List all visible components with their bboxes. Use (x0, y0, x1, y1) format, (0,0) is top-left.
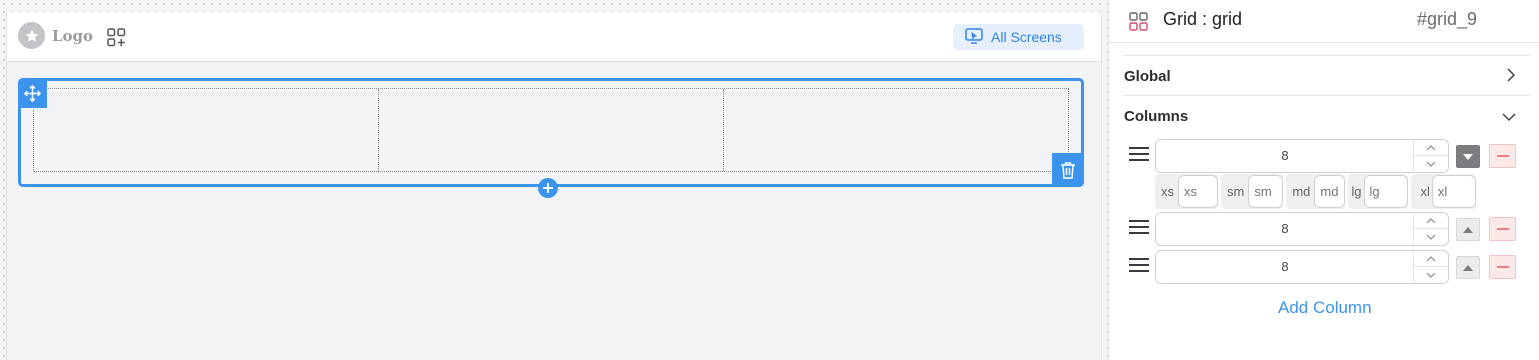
screen-icon (965, 27, 983, 47)
breakpoint-md: md (1286, 174, 1346, 209)
caret-down-icon[interactable] (1414, 267, 1448, 283)
grid-column[interactable] (34, 89, 379, 171)
drag-handle-icon[interactable] (1129, 147, 1149, 161)
breakpoint-lg: lg (1348, 174, 1408, 209)
column-size-value[interactable]: 8 (1156, 140, 1414, 172)
column-size-input[interactable]: 8 (1155, 139, 1449, 173)
divider (1123, 95, 1530, 96)
add-column-button[interactable]: Add Column (1278, 298, 1372, 318)
section-global[interactable]: Global (1124, 64, 1516, 88)
breakpoint-lg-input[interactable] (1363, 175, 1408, 208)
all-screens-button[interactable]: All Screens (953, 24, 1084, 50)
caret-up-icon[interactable] (1414, 213, 1448, 229)
star-icon (18, 22, 45, 49)
column-row: 8 (1129, 250, 1521, 284)
logo[interactable]: Logo (18, 22, 93, 49)
page-preview: Logo All Screens (6, 12, 1102, 360)
drag-handle-icon[interactable] (1129, 220, 1149, 234)
caret-up-icon[interactable] (1414, 251, 1448, 267)
caret-up-icon (1463, 226, 1473, 233)
all-screens-label: All Screens (991, 29, 1062, 45)
column-size-stepper (1413, 213, 1448, 245)
column-row: 8 (1129, 139, 1521, 173)
column-size-stepper (1413, 251, 1448, 283)
breakpoint-xl-input[interactable] (1431, 175, 1476, 208)
breakpoint-row: xs sm md lg xl (1155, 174, 1479, 209)
panel-header: Grid : grid #grid_9 (1109, 0, 1539, 43)
canvas: Logo All Screens (0, 0, 1108, 360)
section-columns[interactable]: Columns (1124, 104, 1516, 128)
chevron-right-icon (1506, 67, 1516, 86)
panel-title: Grid : grid (1163, 9, 1243, 29)
grid-columns (33, 88, 1069, 172)
column-size-value[interactable]: 8 (1156, 251, 1414, 283)
grid-column[interactable] (379, 89, 724, 171)
column-size-value[interactable]: 8 (1156, 213, 1414, 245)
caret-down-icon[interactable] (1414, 229, 1448, 245)
expand-toggle-button[interactable] (1456, 256, 1480, 279)
expand-toggle-button[interactable] (1456, 218, 1480, 241)
caret-up-icon (1463, 264, 1473, 271)
grid-column[interactable] (724, 89, 1068, 171)
trash-icon[interactable] (1052, 153, 1084, 187)
breakpoint-xs-input[interactable] (1178, 175, 1218, 208)
collapse-toggle-button[interactable] (1456, 145, 1480, 168)
breakpoint-label: xl (1420, 184, 1430, 199)
section-title: Global (1124, 67, 1171, 85)
breakpoint-md-input[interactable] (1314, 175, 1346, 208)
element-id: #grid_9 (1417, 9, 1478, 29)
breakpoint-xl: xl (1410, 174, 1476, 209)
breakpoint-label: md (1292, 184, 1311, 199)
breakpoint-label: lg (1351, 184, 1362, 199)
grid-icon (1129, 12, 1148, 35)
column-row: 8 (1129, 212, 1521, 246)
minus-icon[interactable] (1489, 217, 1516, 241)
column-size-input[interactable]: 8 (1155, 212, 1449, 246)
breakpoint-sm: sm (1221, 174, 1284, 209)
caret-up-icon[interactable] (1414, 140, 1448, 156)
minus-icon[interactable] (1489, 144, 1516, 168)
move-icon[interactable] (18, 78, 47, 108)
logo-text: Logo (52, 26, 94, 45)
page-topbar: Logo All Screens (7, 12, 1101, 62)
plus-icon[interactable] (538, 178, 558, 198)
add-component-icon[interactable] (107, 28, 126, 47)
selected-grid[interactable] (18, 78, 1084, 198)
breakpoint-label: xs (1161, 184, 1174, 199)
chevron-down-icon (1502, 107, 1516, 126)
column-size-input[interactable]: 8 (1155, 250, 1449, 284)
minus-icon[interactable] (1489, 255, 1516, 279)
caret-down-icon[interactable] (1414, 156, 1448, 172)
column-size-stepper (1413, 140, 1448, 172)
drag-handle-icon[interactable] (1129, 258, 1149, 272)
breakpoint-sm-input[interactable] (1248, 175, 1284, 208)
section-title: Columns (1124, 107, 1189, 125)
breakpoint-xs: xs (1155, 174, 1218, 209)
caret-down-icon (1463, 153, 1473, 160)
breakpoint-label: sm (1227, 184, 1245, 199)
divider (1123, 55, 1530, 56)
